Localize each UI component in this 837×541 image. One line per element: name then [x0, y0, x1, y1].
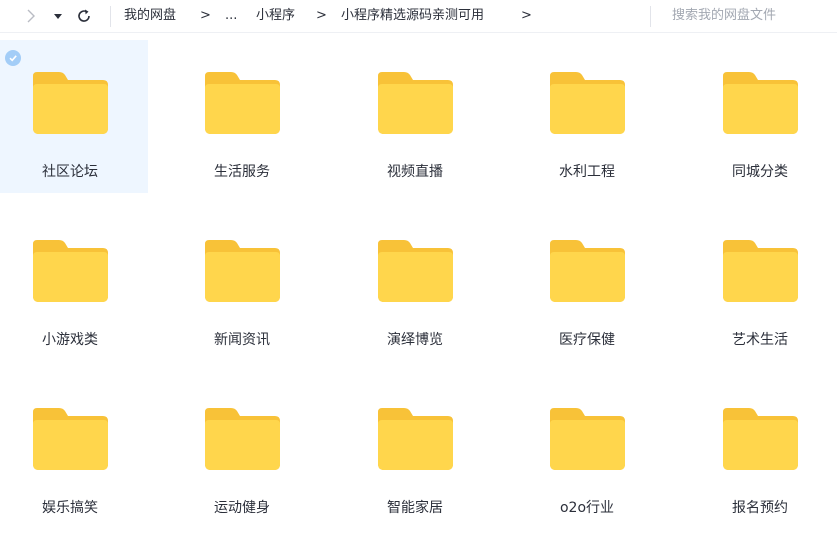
folder-item[interactable]: 医疗保健: [517, 208, 665, 361]
breadcrumb-item-ellipsis[interactable]: ...: [225, 7, 237, 25]
folder-label: 视频直播: [387, 164, 443, 180]
folder-icon: [723, 240, 798, 302]
folder-icon: [33, 408, 108, 470]
folder-label: 生活服务: [214, 164, 270, 180]
folder-icon: [33, 72, 108, 134]
folder-label: 水利工程: [559, 164, 615, 180]
folder-item[interactable]: 视频直播: [345, 40, 493, 193]
folder-item[interactable]: 社区论坛: [0, 40, 148, 193]
folder-icon: [205, 72, 280, 134]
folder-icon: [723, 408, 798, 470]
search-divider: [650, 6, 651, 27]
folder-item[interactable]: 运动健身: [172, 376, 320, 529]
folder-label: 社区论坛: [42, 164, 98, 180]
folder-icon: [550, 408, 625, 470]
folder-item[interactable]: 艺术生活: [690, 208, 837, 361]
folder-item[interactable]: 报名预约: [690, 376, 837, 529]
folder-icon: [205, 408, 280, 470]
refresh-icon[interactable]: [75, 6, 93, 26]
checkmark-icon[interactable]: [5, 50, 21, 66]
folder-label: 同城分类: [732, 164, 788, 180]
folder-icon: [723, 72, 798, 134]
breadcrumb-item-root[interactable]: 我的网盘: [124, 7, 176, 25]
folder-item[interactable]: 娱乐搞笑: [0, 376, 148, 529]
folder-icon: [378, 240, 453, 302]
folder-icon: [550, 72, 625, 134]
folder-label: 智能家居: [387, 500, 443, 516]
breadcrumb-item-miniprogram[interactable]: 小程序: [256, 7, 295, 25]
folder-icon: [205, 240, 280, 302]
folder-item[interactable]: o2o行业: [517, 376, 665, 529]
folder-icon: [550, 240, 625, 302]
folder-label: 医疗保健: [559, 332, 615, 348]
folder-label: 小游戏类: [42, 332, 98, 348]
breadcrumb-separator: >: [316, 8, 327, 23]
folder-item[interactable]: 小游戏类: [0, 208, 148, 361]
folder-label: 报名预约: [732, 500, 788, 516]
breadcrumb-separator: >: [521, 8, 532, 23]
forward-icon[interactable]: [24, 6, 38, 26]
folder-item[interactable]: 演绎博览: [345, 208, 493, 361]
folder-icon: [378, 408, 453, 470]
toolbar-divider: [110, 6, 111, 27]
folder-item[interactable]: 水利工程: [517, 40, 665, 193]
folder-icon: [33, 240, 108, 302]
folder-item[interactable]: 同城分类: [690, 40, 837, 193]
folder-label: 运动健身: [214, 500, 270, 516]
folder-label: 新闻资讯: [214, 332, 270, 348]
toolbar: 我的网盘 > ... 小程序 > 小程序精选源码亲测可用 >: [0, 0, 837, 33]
folder-label: o2o行业: [559, 500, 615, 516]
folder-label: 娱乐搞笑: [42, 500, 98, 516]
folder-item[interactable]: 智能家居: [345, 376, 493, 529]
folder-label: 演绎博览: [387, 332, 443, 348]
breadcrumb-separator: >: [200, 8, 211, 23]
breadcrumb-item-current[interactable]: 小程序精选源码亲测可用: [341, 7, 484, 25]
folder-label: 艺术生活: [732, 332, 788, 348]
history-dropdown-icon[interactable]: [52, 6, 64, 26]
search-input[interactable]: [672, 6, 832, 26]
folder-icon: [378, 72, 453, 134]
folder-item[interactable]: 新闻资讯: [172, 208, 320, 361]
folder-item[interactable]: 生活服务: [172, 40, 320, 193]
